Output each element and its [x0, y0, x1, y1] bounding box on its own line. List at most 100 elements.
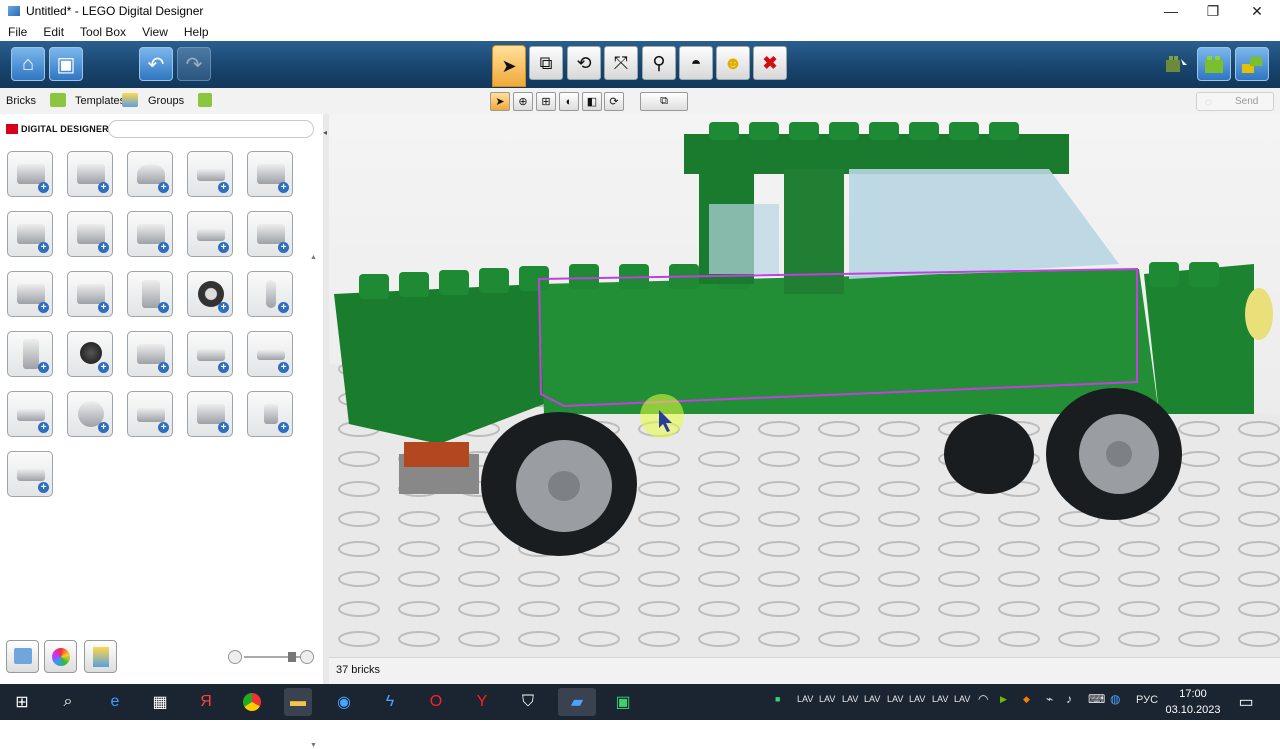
brick-category-wedges[interactable]: +: [7, 211, 53, 257]
file-explorer-icon[interactable]: ▬: [284, 688, 312, 716]
edge-icon[interactable]: e: [101, 688, 129, 716]
redo-button[interactable]: ↷: [177, 47, 211, 81]
paint-tool[interactable]: ◓: [679, 46, 713, 80]
decoration-tool[interactable]: ☻: [716, 46, 750, 80]
home-button[interactable]: ⌂: [11, 47, 45, 81]
brick-category-tiles[interactable]: +: [247, 211, 293, 257]
brick-category-doors-windows[interactable]: +: [127, 271, 173, 317]
microphone-icon[interactable]: ⌁: [1046, 692, 1053, 706]
color-filter-button[interactable]: [44, 640, 77, 673]
brick-category-vehicle[interactable]: +: [7, 271, 53, 317]
close-button[interactable]: ✕: [1234, 0, 1280, 22]
shape-select-tool[interactable]: ◧: [582, 92, 602, 111]
zoom-in-icon[interactable]: [300, 650, 314, 664]
brick-category-bricks[interactable]: +: [7, 151, 53, 197]
zoom-out-icon[interactable]: [228, 650, 242, 664]
tray-lav-2[interactable]: LAV: [819, 694, 835, 704]
lightning-icon[interactable]: ϟ: [376, 688, 404, 716]
palette-manager-button[interactable]: [84, 640, 117, 673]
brick-category-technic-special[interactable]: +: [247, 391, 293, 437]
collapse-arrow-icon[interactable]: ◂: [323, 128, 327, 137]
menu-toolbox[interactable]: Tool Box: [72, 25, 134, 39]
brick-category-minifigures[interactable]: +: [7, 331, 53, 377]
nvidia-icon[interactable]: ▶: [1000, 694, 1007, 705]
brick-category-arches[interactable]: +: [67, 211, 113, 257]
app-icon[interactable]: ▦: [146, 688, 174, 716]
brick-category-technic-axles[interactable]: +: [127, 391, 173, 437]
language-indicator[interactable]: РУС: [1136, 694, 1158, 706]
save-button[interactable]: ▣: [49, 47, 83, 81]
tray-lav-4[interactable]: LAV: [864, 694, 880, 704]
brick-category-plates-special[interactable]: +: [67, 271, 113, 317]
chrome-icon[interactable]: [238, 688, 266, 716]
building-guide-button[interactable]: [1235, 47, 1269, 81]
build-mode-icon[interactable]: [1163, 51, 1189, 77]
tray-lav-7[interactable]: LAV: [932, 694, 948, 704]
yandex-browser-icon[interactable]: Y: [468, 688, 496, 716]
network-icon[interactable]: ◍: [1110, 692, 1120, 706]
select-tool[interactable]: ➤: [492, 45, 526, 87]
color-select-tool[interactable]: ◐: [559, 92, 579, 111]
qbittorrent-icon[interactable]: ◉: [330, 688, 358, 716]
zoom-slider[interactable]: [228, 650, 316, 664]
notifications-icon[interactable]: ▭: [1232, 688, 1260, 716]
group-select-tool[interactable]: ⧉: [640, 92, 688, 111]
clock[interactable]: 17:00 03.10.2023: [1163, 686, 1223, 718]
single-select-tool[interactable]: ➤: [490, 92, 510, 111]
3d-viewport[interactable]: [329, 114, 1280, 657]
search-icon[interactable]: ⌕: [54, 688, 82, 716]
tab-bricks[interactable]: Bricks: [6, 95, 36, 107]
flex-tool[interactable]: ⚲: [642, 46, 676, 80]
tray-lav-5[interactable]: LAV: [887, 694, 903, 704]
brick-category-wedge-plates[interactable]: +: [187, 211, 233, 257]
minimize-button[interactable]: —: [1148, 0, 1194, 22]
screen-recorder-icon[interactable]: ▣: [604, 688, 642, 716]
brick-category-technic-connectors[interactable]: +: [7, 391, 53, 437]
windows-start-icon[interactable]: ⊞: [8, 688, 36, 716]
clone-tool[interactable]: ⧉: [529, 46, 563, 80]
delete-tool[interactable]: ✖: [753, 46, 787, 80]
menu-view[interactable]: View: [134, 25, 176, 39]
brick-category-accessories[interactable]: +: [247, 271, 293, 317]
menu-help[interactable]: Help: [176, 25, 217, 39]
tray-green-icon[interactable]: ■: [775, 694, 780, 704]
brick-category-plates[interactable]: +: [187, 151, 233, 197]
brick-category-round[interactable]: +: [127, 151, 173, 197]
wifi-icon[interactable]: ◠: [978, 692, 988, 706]
tray-app-icon[interactable]: ◆: [1023, 694, 1030, 705]
brick-category-technic-panels[interactable]: +: [187, 391, 233, 437]
brick-category-wheels[interactable]: +: [187, 271, 233, 317]
restore-button[interactable]: ❐: [1190, 0, 1236, 22]
view-mode-button[interactable]: [1197, 47, 1231, 81]
opera-icon[interactable]: O: [422, 688, 450, 716]
tray-lav-8[interactable]: LAV: [954, 694, 970, 704]
tray-lav-3[interactable]: LAV: [842, 694, 858, 704]
brick-category-technic-gears[interactable]: +: [67, 391, 113, 437]
security-shield-icon[interactable]: ⛉: [514, 688, 542, 716]
search-input[interactable]: [108, 120, 314, 138]
zoom-slider-thumb[interactable]: [288, 652, 296, 662]
invert-select-tool[interactable]: ⟳: [604, 92, 624, 111]
volume-icon[interactable]: ♪: [1066, 692, 1072, 706]
brick-category-technic-beams[interactable]: +: [187, 331, 233, 377]
multi-select-tool[interactable]: ⊕: [513, 92, 533, 111]
connected-select-tool[interactable]: ⊞: [536, 92, 556, 111]
tab-templates[interactable]: Templates: [75, 95, 125, 107]
menu-file[interactable]: File: [0, 25, 35, 39]
undo-button[interactable]: ↶: [139, 47, 173, 81]
brick-category-misc[interactable]: +: [7, 451, 53, 497]
hinge-align-tool[interactable]: ⤧: [604, 46, 638, 80]
lego-designer-taskbar-icon[interactable]: ▰: [558, 688, 596, 716]
hinge-tool[interactable]: ⟲: [567, 46, 601, 80]
brick-category-minifig-accessories[interactable]: +: [67, 331, 113, 377]
brick-category-slopes[interactable]: +: [247, 151, 293, 197]
tray-lav-1[interactable]: LAV: [797, 694, 813, 704]
yandex-icon[interactable]: Я: [192, 688, 220, 716]
brick-category-technic-bricks[interactable]: +: [127, 331, 173, 377]
model-scene[interactable]: [329, 114, 1280, 657]
brick-category-special-plates[interactable]: +: [127, 211, 173, 257]
tray-lav-6[interactable]: LAV: [909, 694, 925, 704]
brick-category-technic-liftarms[interactable]: +: [247, 331, 293, 377]
collapse-palette-button[interactable]: [6, 640, 39, 673]
brick-category-special-bricks[interactable]: +: [67, 151, 113, 197]
